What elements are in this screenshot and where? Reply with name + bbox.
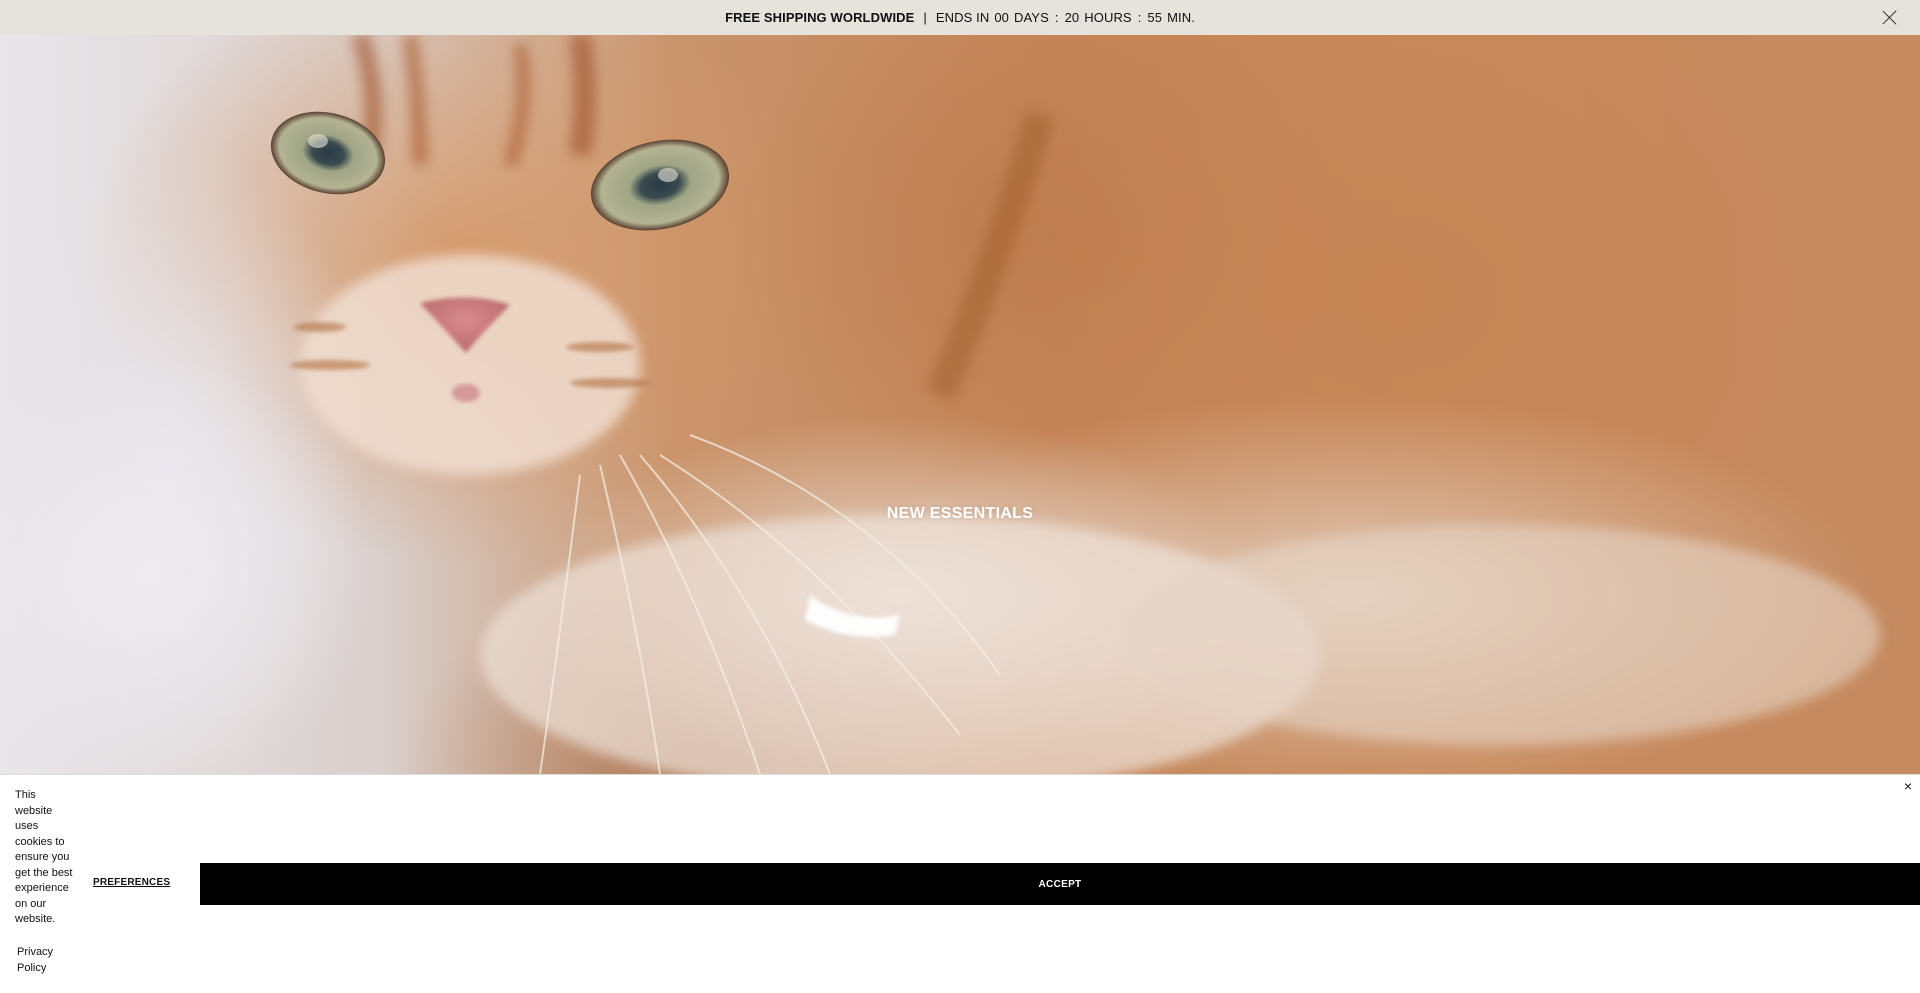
preferences-button[interactable]: PREFERENCES	[93, 877, 170, 888]
countdown-ends-label: ENDS IN	[935, 10, 990, 25]
countdown-colon: :	[1054, 10, 1059, 25]
countdown-colon: :	[1137, 10, 1142, 25]
close-icon[interactable]	[1881, 9, 1898, 26]
cookie-message: This website uses cookies to ensure you …	[15, 789, 73, 925]
countdown-days-value: 00	[994, 10, 1010, 25]
hero-background-image	[270, 35, 1880, 774]
close-icon[interactable]: ×	[1904, 779, 1912, 793]
countdown-days-label: DAYS	[1014, 10, 1049, 25]
countdown-minutes-value: 55	[1147, 10, 1163, 25]
announcement-separator: |	[923, 10, 927, 25]
countdown-hours-value: 20	[1064, 10, 1080, 25]
countdown-timer: ENDS IN 00 DAYS : 20 HOURS : 55 MIN.	[936, 10, 1195, 25]
announcement-bar: FREE SHIPPING WORLDWIDE | ENDS IN 00 DAY…	[0, 0, 1920, 35]
accept-button[interactable]: ACCEPT	[200, 863, 1920, 905]
privacy-policy-link[interactable]: Privacy Policy	[17, 945, 67, 976]
cookie-consent-banner: This website uses cookies to ensure you …	[0, 774, 1920, 993]
hero-banner[interactable]: NEW ESSENTIALS	[0, 35, 1920, 774]
countdown-hours-label: HOURS	[1084, 10, 1132, 25]
announcement-headline: FREE SHIPPING WORLDWIDE	[725, 10, 915, 25]
hero-title[interactable]: NEW ESSENTIALS	[0, 505, 1920, 523]
countdown-minutes-label: MIN.	[1167, 10, 1195, 25]
